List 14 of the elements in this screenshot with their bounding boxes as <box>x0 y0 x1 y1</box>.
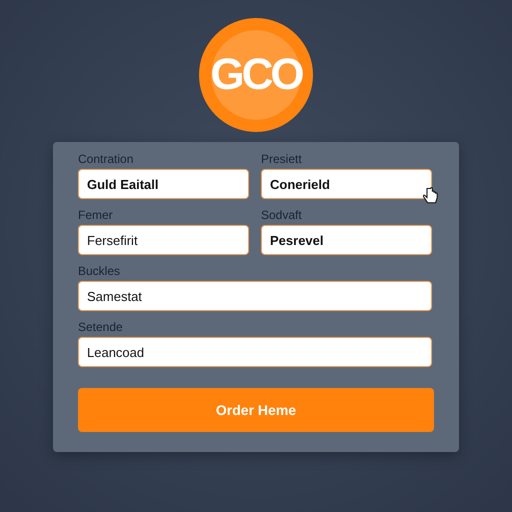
field-label: Presiett <box>261 152 303 166</box>
field-label: Femer <box>78 208 114 222</box>
logo: GCO <box>199 18 313 132</box>
hand-cursor-icon <box>423 187 439 205</box>
input-field[interactable]: Leancoad <box>78 337 432 367</box>
input-field[interactable]: Conerield <box>261 169 432 199</box>
input-field[interactable]: Fersefirit <box>78 225 249 255</box>
field-label: Setende <box>78 320 124 334</box>
input-field[interactable]: Samestat <box>78 281 432 311</box>
field-label: Buckles <box>78 264 122 278</box>
field-label: Contration <box>78 152 134 166</box>
input-field[interactable]: Guld Eaitall <box>78 169 249 199</box>
input-field[interactable]: Pesrevel <box>261 225 432 255</box>
field-label: Sodvaft <box>261 208 303 222</box>
